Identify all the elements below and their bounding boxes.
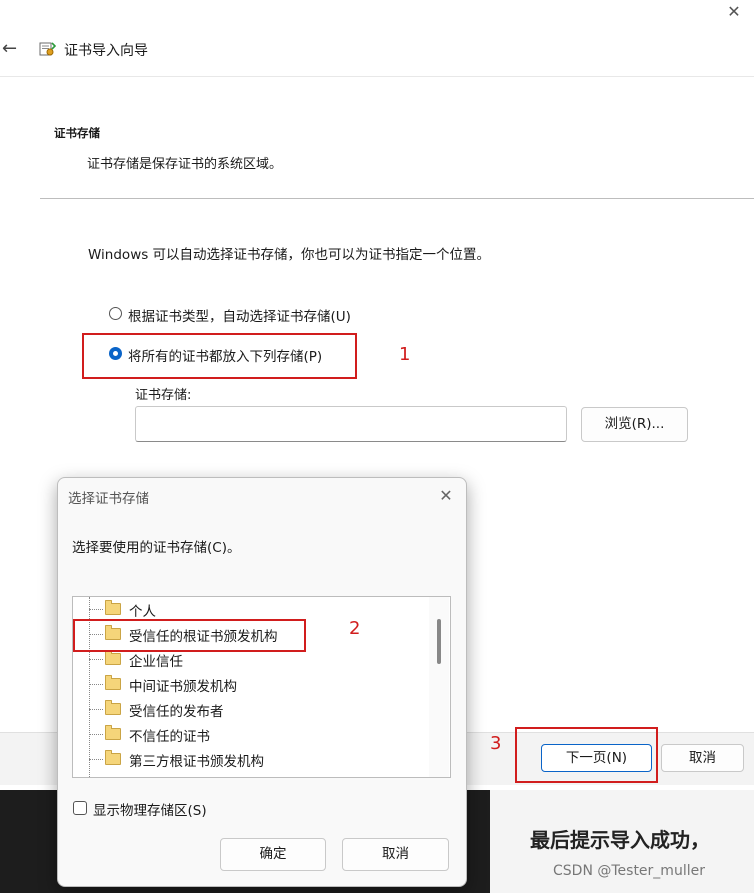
folder-icon [105,675,121,690]
show-physical-stores-checkbox[interactable] [73,801,87,815]
close-icon[interactable]: ✕ [724,2,744,22]
tree-item-label: 个人 [129,604,156,620]
tree-item-personal[interactable]: 个人 [73,597,423,621]
tree-connector [89,759,103,760]
tree-item-trusted-publishers[interactable]: 受信任的发布者 [73,697,423,721]
intro-text: Windows 可以自动选择证书存储，你也可以为证书指定一个位置。 [88,247,491,263]
dialog-title: 选择证书存储 [68,491,149,507]
tree-item-label: 不信任的证书 [129,729,210,745]
folder-icon [105,750,121,765]
radio-auto-select-store[interactable] [109,307,122,320]
certificate-icon [39,42,56,56]
tree-item-intermediate-ca[interactable]: 中间证书颁发机构 [73,672,423,696]
tree-connector [89,684,103,685]
section-description: 证书存储是保存证书的系统区域。 [87,157,283,172]
tree-item-label: 第三方根证书颁发机构 [129,754,264,770]
annotation-box-2 [73,619,306,652]
folder-icon [105,725,121,740]
annotation-number-2: 2 [349,618,361,639]
section-divider [40,198,754,199]
folder-icon [105,700,121,715]
annotation-number-1: 1 [399,344,411,365]
background-headline: 最后提示导入成功， [530,828,710,852]
annotation-box-1 [82,333,357,379]
tree-item-label: 中间证书颁发机构 [129,679,237,695]
annotation-box-3 [515,727,658,783]
tree-scrollbar-thumb[interactable] [437,619,441,664]
back-arrow-icon[interactable]: ← [2,38,17,59]
dialog-cancel-button[interactable]: 取消 [342,838,449,871]
wizard-title: 证书导入向导 [64,43,148,59]
tree-connector [89,734,103,735]
header-divider [0,76,754,77]
ok-button[interactable]: 确定 [220,838,326,871]
tree-item-label: 企业信任 [129,654,183,670]
radio-auto-select-store-label[interactable]: 根据证书类型，自动选择证书存储(U) [128,305,351,325]
dialog-close-icon[interactable]: ✕ [436,486,456,506]
folder-icon [105,600,121,615]
browse-button[interactable]: 浏览(R)... [581,407,688,442]
tree-item-label: 受信任的发布者 [129,704,224,720]
certificate-store-label: 证书存储: [135,388,192,403]
tree-item-untrusted[interactable]: 不信任的证书 [73,722,423,746]
watermark-text: CSDN @Tester_muller [553,863,705,879]
certificate-store-input[interactable] [135,406,567,442]
tree-item-third-party-root[interactable]: 第三方根证书颁发机构 [73,747,423,771]
section-title: 证书存储 [54,126,100,140]
show-physical-stores-label[interactable]: 显示物理存储区(S) [93,799,207,819]
select-certificate-store-dialog: 选择证书存储 ✕ 选择要使用的证书存储(C)。 个人 受信任的根证书颁发机构 企… [57,477,467,887]
tree-connector [89,659,103,660]
tree-connector [89,709,103,710]
annotation-number-3: 3 [490,733,502,754]
folder-icon [105,650,121,665]
cancel-button[interactable]: 取消 [661,744,744,772]
tree-connector [89,609,103,610]
dialog-prompt: 选择要使用的证书存储(C)。 [72,540,241,556]
